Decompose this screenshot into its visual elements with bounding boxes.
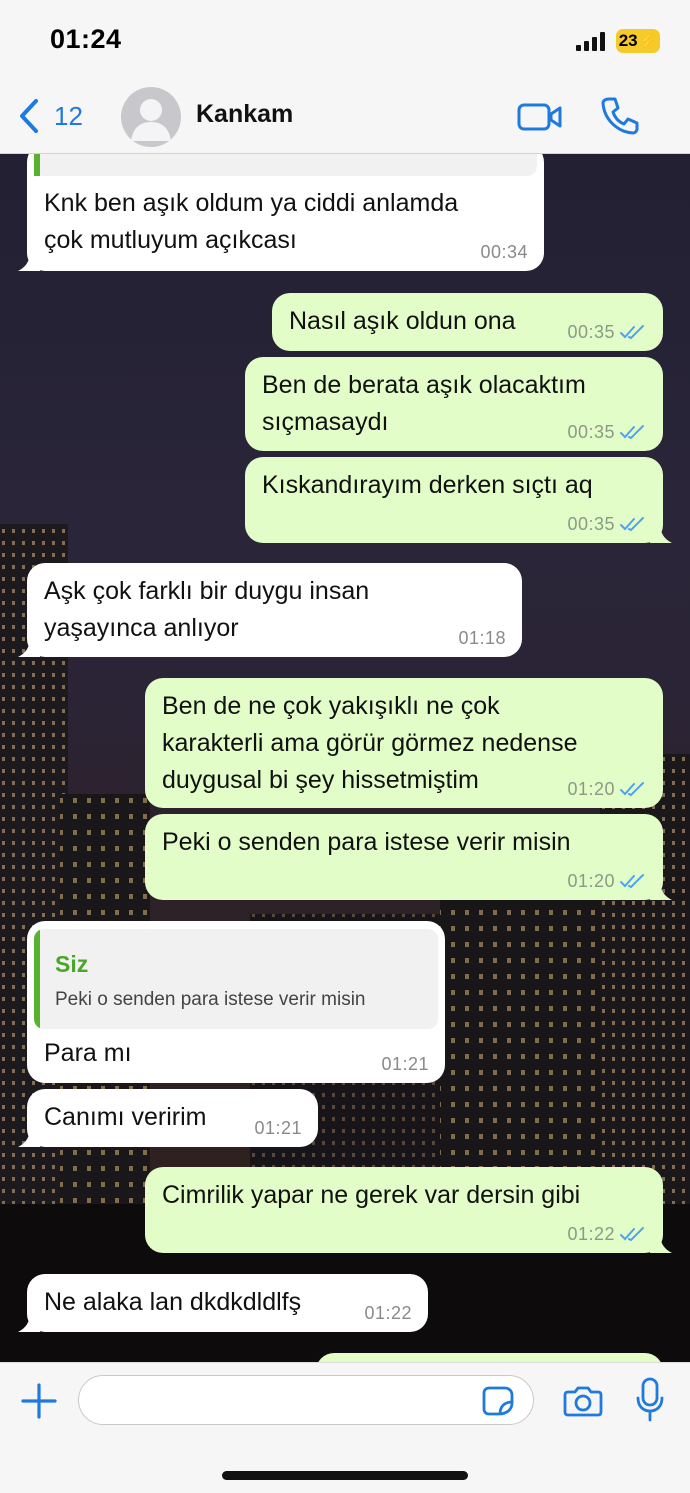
message-bubble-outgoing[interactable]: Peki o senden para istese verir misin 01… <box>145 814 672 900</box>
read-ticks-icon <box>620 874 644 889</box>
input-bar <box>0 1362 690 1493</box>
message-text: Aşk çok farklı bir duygu insan yaşayınca… <box>44 577 370 642</box>
chevron-left-icon <box>20 99 38 133</box>
read-ticks-icon <box>620 782 644 797</box>
message-bubble-incoming[interactable]: Canımı veririm 01:21 <box>18 1089 318 1147</box>
message-bubble-outgoing[interactable]: Kıskandırayım derken sıçtı aq 00:35 <box>245 457 672 543</box>
avatar[interactable] <box>121 87 181 147</box>
battery-charging-icon: 23 ⚡ <box>616 29 660 53</box>
message-text: Nasıl aşık oldun ona <box>289 307 516 335</box>
bubble-tail <box>18 251 40 271</box>
message-text: Ben de ne çok yakışıklı ne çok karakterl… <box>162 692 578 794</box>
battery-level: 23 <box>618 31 638 50</box>
sticker-icon[interactable] <box>481 1385 515 1417</box>
back-button[interactable]: 12 <box>18 96 83 136</box>
message-time: 00:35 <box>567 514 615 534</box>
phone-icon[interactable] <box>601 95 639 135</box>
bubble-tail <box>650 1233 672 1253</box>
message-time: 01:21 <box>254 1118 302 1138</box>
read-ticks-icon <box>620 1227 644 1242</box>
message-bubble-outgoing[interactable]: Cimrilik yapar ne gerek var dersin gibi … <box>145 1167 672 1253</box>
reply-preview[interactable]: Siz Peki o senden para istese verir misi… <box>34 929 438 1029</box>
video-call-icon[interactable] <box>517 99 563 135</box>
message-bubble-incoming[interactable]: Siz Peki o senden para istese verir misi… <box>27 921 445 1083</box>
message-bubble-outgoing[interactable]: Ben de ne çok yakışıklı ne çok karakterl… <box>145 678 663 808</box>
message-text: Para mı <box>44 1039 132 1067</box>
avatar-icon <box>131 99 171 141</box>
unread-count: 12 <box>54 100 83 131</box>
message-text: Kıskandırayım derken sıçtı aq <box>262 471 593 499</box>
message-input[interactable] <box>78 1375 534 1425</box>
signal-icon <box>576 32 605 51</box>
message-time: 00:35 <box>567 422 615 442</box>
message-bubble-outgoing[interactable]: Ben de berata aşık olacaktım sıçmasaydı … <box>245 357 663 451</box>
reply-preview-cut <box>34 154 537 176</box>
camera-icon[interactable] <box>563 1385 603 1417</box>
message-time: 01:20 <box>567 779 615 799</box>
microphone-icon[interactable] <box>635 1377 665 1423</box>
message-text: Ben de berata aşık olacaktım sıçmasaydı <box>262 371 586 436</box>
message-time: 00:34 <box>480 242 528 262</box>
message-bubble-incoming[interactable]: Aşk çok farklı bir duygu insan yaşayınca… <box>18 563 522 657</box>
reply-accent-bar <box>34 929 40 1029</box>
bubble-tail <box>650 880 672 900</box>
chat-area[interactable]: Knk ben aşık oldum ya ciddi anlamda çok … <box>0 154 690 1362</box>
message-time: 01:20 <box>567 871 615 891</box>
read-ticks-icon <box>620 325 644 340</box>
message-time: 01:18 <box>458 628 506 648</box>
bubble-tail <box>18 1127 40 1147</box>
bubble-tail <box>18 1312 40 1332</box>
reply-sender: Siz <box>55 951 89 977</box>
plus-icon[interactable] <box>20 1382 58 1420</box>
message-text: Peki o senden para istese verir misin <box>162 828 571 856</box>
message-text: Knk ben aşık oldum ya ciddi anlamda çok … <box>44 189 459 254</box>
message-time: 01:22 <box>567 1224 615 1244</box>
reply-text: Peki o senden para istese verir misin <box>55 989 366 1010</box>
read-ticks-icon <box>620 425 644 440</box>
message-bubble-incoming[interactable]: Ne alaka lan dkdkdldlfş 01:22 <box>18 1274 428 1332</box>
contact-name[interactable]: Kankam <box>196 100 293 129</box>
charging-bolt-icon: ⚡ <box>638 33 658 50</box>
status-time: 01:24 <box>50 24 122 54</box>
message-time: 00:35 <box>567 322 615 342</box>
home-indicator[interactable] <box>222 1471 468 1480</box>
message-bubble-outgoing-partial[interactable] <box>316 1353 663 1362</box>
message-text: Cimrilik yapar ne gerek var dersin gibi <box>162 1181 581 1209</box>
message-bubble-outgoing[interactable]: Nasıl aşık oldun ona 00:35 <box>272 293 663 351</box>
bubble-tail <box>18 637 40 657</box>
chat-header: 12 Kankam <box>0 80 690 154</box>
message-bubble-incoming[interactable]: Knk ben aşık oldum ya ciddi anlamda çok … <box>18 154 544 271</box>
message-time: 01:21 <box>381 1054 429 1074</box>
message-time: 01:22 <box>364 1303 412 1323</box>
message-text: Ne alaka lan dkdkdldlfş <box>44 1288 302 1316</box>
bubble-tail <box>650 523 672 543</box>
read-ticks-icon <box>620 517 644 532</box>
status-bar: 01:24 23 ⚡ <box>0 0 690 80</box>
message-text: Canımı veririm <box>44 1103 207 1131</box>
